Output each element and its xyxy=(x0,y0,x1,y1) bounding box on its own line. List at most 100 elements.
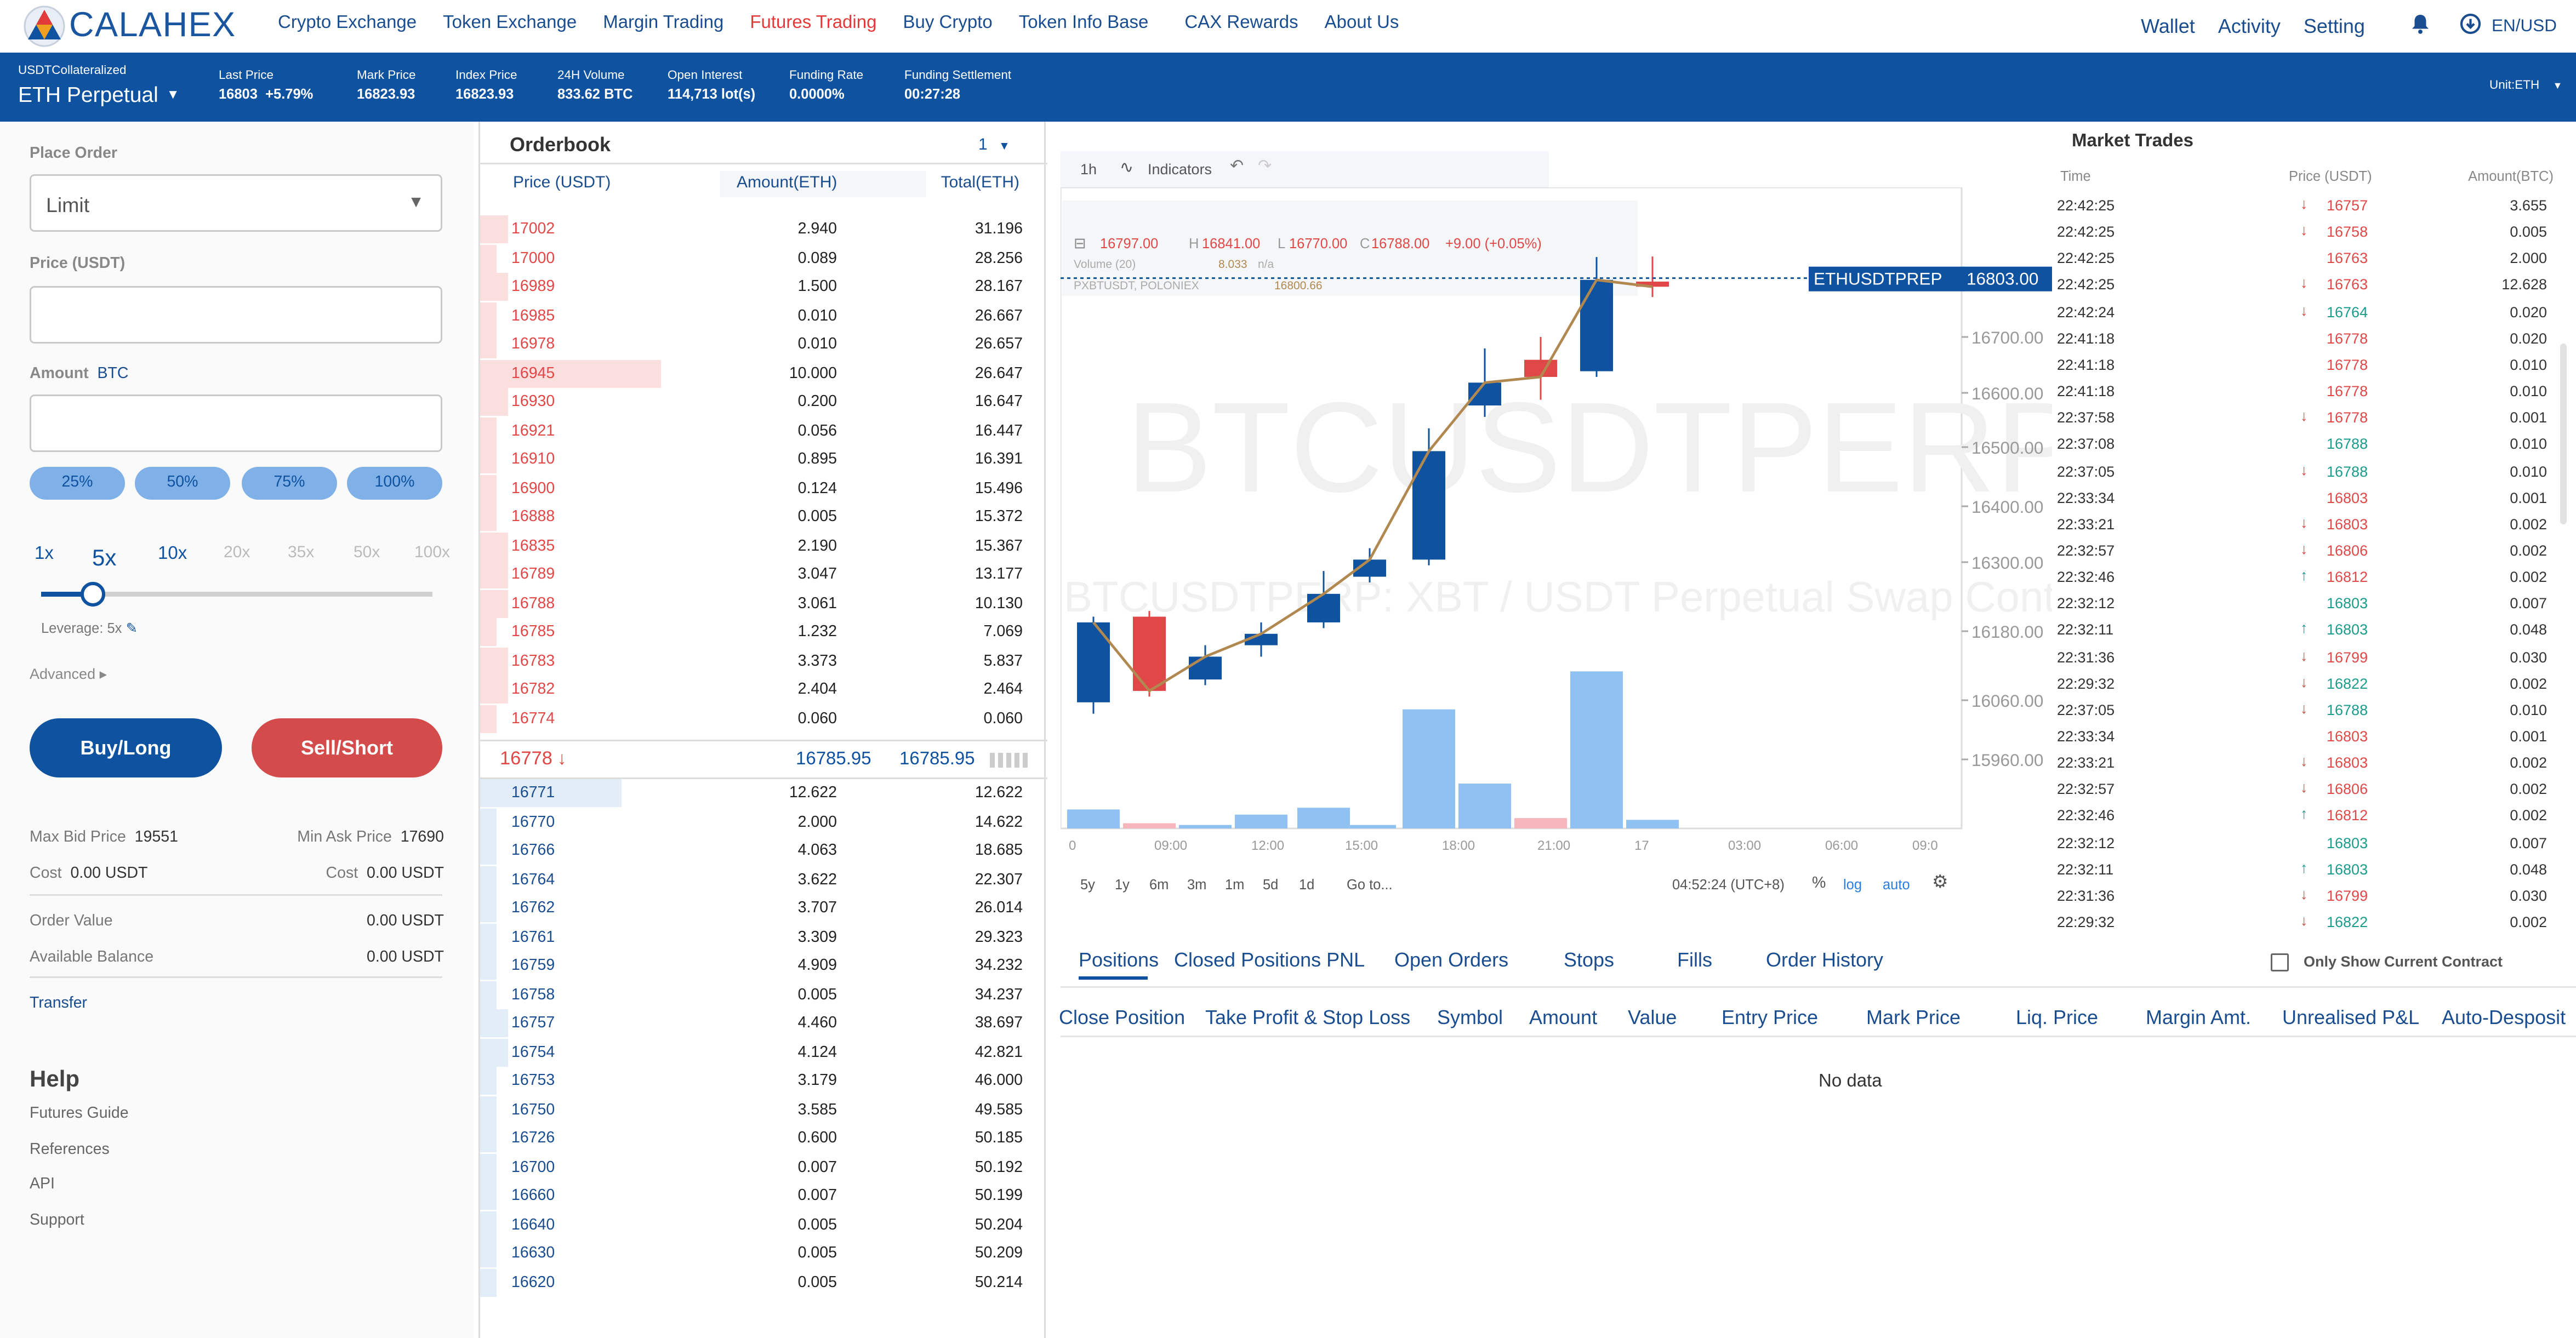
tab-closed-positions-pnl[interactable]: Closed Positions PNL xyxy=(1174,948,1365,971)
ask-row[interactable]: 16788 3.061 10.130 xyxy=(480,589,1047,617)
range-5y[interactable]: 5y xyxy=(1080,876,1095,893)
trades-scrollbar[interactable] xyxy=(2560,344,2567,524)
undo-icon[interactable]: ↶ xyxy=(1230,158,1244,176)
range-1d[interactable]: 1d xyxy=(1299,876,1314,893)
activity-link[interactable]: Activity xyxy=(2218,15,2281,38)
tab-order-history[interactable]: Order History xyxy=(1766,948,1883,971)
ask-row[interactable]: 17000 0.089 28.256 xyxy=(480,244,1047,272)
percent-button-100[interactable]: 100% xyxy=(347,467,442,500)
bid-row[interactable]: 16766 4.063 18.685 xyxy=(480,837,1047,865)
bid-row[interactable]: 16640 0.005 50.204 xyxy=(480,1210,1047,1239)
sell-short-button[interactable]: Sell/Short xyxy=(252,718,442,777)
bid-row[interactable]: 16771 12.622 12.622 xyxy=(480,779,1047,807)
bid-row[interactable]: 16754 4.124 42.821 xyxy=(480,1038,1047,1066)
range-6m[interactable]: 6m xyxy=(1149,876,1169,893)
bid-row[interactable]: 16764 3.622 22.307 xyxy=(480,865,1047,894)
percent-button-75[interactable]: 75% xyxy=(242,467,337,500)
bid-row[interactable]: 16750 3.585 49.585 xyxy=(480,1095,1047,1124)
buy-long-button[interactable]: Buy/Long xyxy=(30,718,222,777)
ask-row[interactable]: 16782 2.404 2.464 xyxy=(480,676,1047,704)
ask-row[interactable]: 16985 0.010 26.667 xyxy=(480,301,1047,330)
tab-stops[interactable]: Stops xyxy=(1564,948,1614,971)
redo-icon[interactable]: ↷ xyxy=(1258,158,1272,176)
nav-link-token-info-base[interactable]: Token Info Base xyxy=(1019,13,1149,33)
collapse-legend-icon[interactable]: ⊟ xyxy=(1074,235,1086,251)
contract-selector[interactable]: USDTCollateralized ETH Perpetual ▼ xyxy=(18,62,180,107)
depth-select[interactable]: 1 ▼ xyxy=(978,136,1010,155)
help-link-references[interactable]: References xyxy=(30,1140,110,1158)
brand-logo[interactable]: CALAHEX xyxy=(23,3,236,49)
leverage-option-20x[interactable]: 20x xyxy=(224,544,250,562)
pencil-icon[interactable]: ✎ xyxy=(126,620,138,636)
ask-row[interactable]: 16930 0.200 16.647 xyxy=(480,388,1047,416)
bid-row[interactable]: 16757 4.460 38.697 xyxy=(480,1009,1047,1037)
order-type-select[interactable]: Limit ▼ xyxy=(30,174,442,232)
indicators-button[interactable]: Indicators xyxy=(1148,161,1212,178)
percent-button-25[interactable]: 25% xyxy=(30,467,125,500)
interval-select[interactable]: 1h xyxy=(1080,161,1097,178)
ask-row[interactable]: 16835 2.190 15.367 xyxy=(480,531,1047,560)
bid-row[interactable]: 16700 0.007 50.192 xyxy=(480,1153,1047,1181)
ask-row[interactable]: 16921 0.056 16.447 xyxy=(480,416,1047,445)
unit-selector[interactable]: Unit:ETH ▼ xyxy=(2489,77,2562,92)
goto-button[interactable]: Go to... xyxy=(1347,876,1393,893)
leverage-option-50x[interactable]: 50x xyxy=(354,544,380,562)
download-circle-icon[interactable] xyxy=(2460,13,2482,39)
ask-row[interactable]: 16789 3.047 13.177 xyxy=(480,561,1047,588)
tab-open-orders[interactable]: Open Orders xyxy=(1394,948,1508,971)
help-link-api[interactable]: API xyxy=(30,1176,55,1194)
advanced-toggle[interactable]: Advanced ▸ xyxy=(30,666,107,684)
auto-toggle[interactable]: auto xyxy=(1883,876,1910,893)
ask-row[interactable]: 17002 2.940 31.196 xyxy=(480,215,1047,243)
ask-row[interactable]: 16774 0.060 0.060 xyxy=(480,704,1047,733)
leverage-option-5x[interactable]: 5x xyxy=(92,544,116,570)
nav-link-buy-crypto[interactable]: Buy Crypto xyxy=(903,13,992,33)
bid-row[interactable]: 16759 4.909 34.232 xyxy=(480,952,1047,980)
nav-link-about-us[interactable]: About Us xyxy=(1325,13,1399,33)
bid-row[interactable]: 16762 3.707 26.014 xyxy=(480,894,1047,922)
language-currency-select[interactable]: EN/USD xyxy=(2492,16,2557,36)
setting-link[interactable]: Setting xyxy=(2304,15,2365,38)
ask-row[interactable]: 16910 0.895 16.391 xyxy=(480,445,1047,473)
leverage-option-100x[interactable]: 100x xyxy=(414,544,450,562)
leverage-option-10x[interactable]: 10x xyxy=(158,544,187,564)
bid-row[interactable]: 16660 0.007 50.199 xyxy=(480,1182,1047,1210)
bid-row[interactable]: 16758 0.005 34.237 xyxy=(480,980,1047,1009)
price-chart[interactable]: BTCUSDTPERP, 60 BTCUSDTPERP: XBT / USDT P… xyxy=(1061,187,2052,911)
bell-icon[interactable] xyxy=(2411,13,2431,39)
nav-link-cax-rewards[interactable]: CAX Rewards xyxy=(1184,13,1298,33)
transfer-link[interactable]: Transfer xyxy=(30,994,87,1013)
nav-link-futures-trading[interactable]: Futures Trading xyxy=(750,13,876,33)
range-5d[interactable]: 5d xyxy=(1263,876,1278,893)
nav-link-token-exchange[interactable]: Token Exchange xyxy=(443,13,577,33)
ask-row[interactable]: 16785 1.232 7.069 xyxy=(480,618,1047,646)
ask-row[interactable]: 16900 0.124 15.496 xyxy=(480,474,1047,502)
price-input[interactable] xyxy=(30,286,442,344)
leverage-slider[interactable] xyxy=(41,582,432,607)
ask-row[interactable]: 16945 10.000 26.647 xyxy=(480,359,1047,387)
amount-input[interactable] xyxy=(30,394,442,452)
bid-row[interactable]: 16761 3.309 29.323 xyxy=(480,923,1047,951)
nav-link-margin-trading[interactable]: Margin Trading xyxy=(603,13,723,33)
leverage-option-35x[interactable]: 35x xyxy=(288,544,314,562)
only-current-checkbox[interactable] xyxy=(2271,953,2289,971)
percent-button-50[interactable]: 50% xyxy=(135,467,230,500)
ask-row[interactable]: 16989 1.500 28.167 xyxy=(480,273,1047,301)
range-3m[interactable]: 3m xyxy=(1187,876,1206,893)
bid-row[interactable]: 16620 0.005 50.214 xyxy=(480,1268,1047,1296)
log-toggle[interactable]: log xyxy=(1843,876,1862,893)
ask-row[interactable]: 16888 0.005 15.372 xyxy=(480,503,1047,531)
bid-row[interactable]: 16726 0.600 50.185 xyxy=(480,1124,1047,1152)
leverage-slider-handle[interactable] xyxy=(80,582,105,607)
bid-row[interactable]: 16630 0.005 50.209 xyxy=(480,1239,1047,1267)
wallet-link[interactable]: Wallet xyxy=(2141,15,2195,38)
nav-link-crypto-exchange[interactable]: Crypto Exchange xyxy=(278,13,417,33)
percent-toggle[interactable]: % xyxy=(1812,874,1826,893)
range-1y[interactable]: 1y xyxy=(1115,876,1130,893)
gear-icon[interactable]: ⚙ xyxy=(1932,871,1948,893)
leverage-option-1x[interactable]: 1x xyxy=(35,544,54,564)
range-1m[interactable]: 1m xyxy=(1225,876,1244,893)
bid-row[interactable]: 16753 3.179 46.000 xyxy=(480,1067,1047,1095)
bid-row[interactable]: 16770 2.000 14.622 xyxy=(480,808,1047,836)
tab-fills[interactable]: Fills xyxy=(1677,948,1712,971)
